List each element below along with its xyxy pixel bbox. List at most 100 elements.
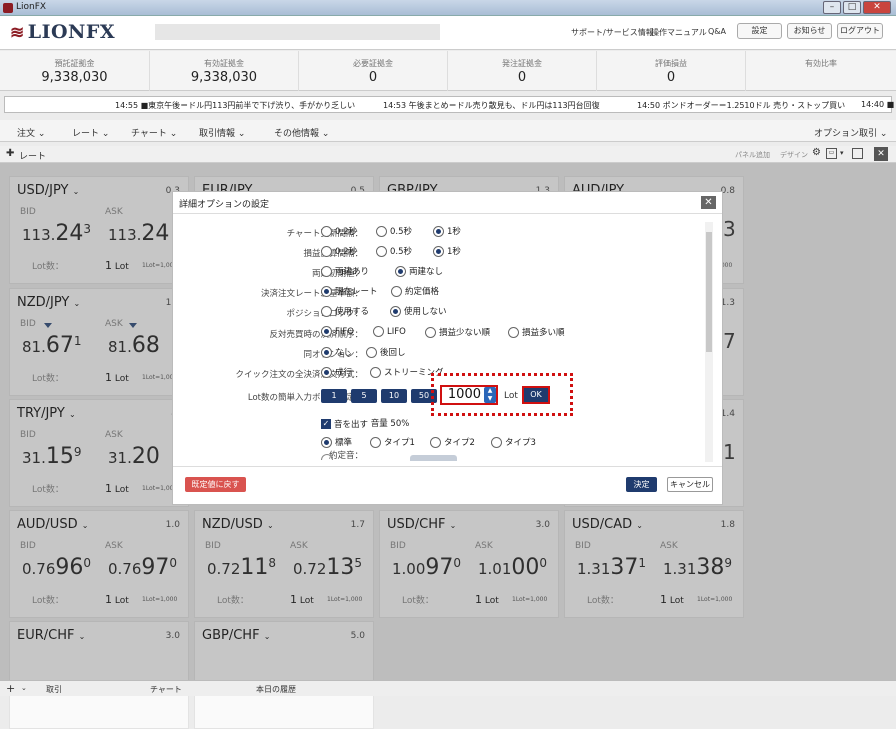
radio-option[interactable]: 後回し <box>366 346 406 358</box>
menu-rate[interactable]: レート ⌄ <box>72 126 109 139</box>
add-panel-link[interactable]: パネル追加 <box>735 150 770 160</box>
radio-label: 0.2秒 <box>335 227 358 237</box>
radio-icon <box>321 305 332 317</box>
menu-label: 注文 <box>17 129 36 139</box>
menu-other-info[interactable]: その他情報 ⌄ <box>274 126 329 139</box>
summary-deposit: 預託証拠金 9,338,030 <box>0 51 150 91</box>
radio-icon <box>390 305 401 317</box>
summary-label: 必要証拠金 <box>353 59 393 68</box>
close-window-icon[interactable]: ✕ <box>863 1 891 14</box>
status-tab-history[interactable]: 本日の履歴 <box>256 684 296 695</box>
summary-value: 0 <box>666 70 676 85</box>
menu-order[interactable]: 注文 ⌄ <box>17 126 45 139</box>
menu-option-trade[interactable]: オプション取引 ⌄ <box>814 126 887 139</box>
radio-option[interactable]: 約定価格 <box>391 285 439 297</box>
gear-icon[interactable]: ⚙ <box>812 147 821 158</box>
logout-button[interactable]: ログアウト <box>837 23 883 39</box>
radio-label: 1秒 <box>447 247 461 257</box>
radio-option[interactable]: 0.5秒 <box>376 225 412 237</box>
sound-radio-option[interactable]: タイプ3 <box>491 436 536 448</box>
radio-option[interactable]: 損益多い順 <box>508 326 565 338</box>
radio-option[interactable]: 0.2秒 <box>321 225 357 237</box>
lot-button-1[interactable]: 1 <box>321 389 347 403</box>
status-tab-trade[interactable]: 取引 <box>46 684 62 695</box>
dialog-scrollbar[interactable] <box>705 222 713 462</box>
lion-logo-icon: ≋ <box>10 23 25 43</box>
radio-option[interactable]: 1秒 <box>433 245 461 257</box>
radio-icon <box>321 346 332 358</box>
cancel-button[interactable]: キャンセル <box>667 477 713 492</box>
lot-button-5[interactable]: 5 <box>351 389 377 403</box>
news-ticker[interactable]: 14:55 ■東京午後＝ドル円113円前半で下げ渋り、手がかり乏しい 14:53… <box>4 96 894 113</box>
restore-icon[interactable] <box>852 148 863 159</box>
ticker-text: ■東京午後＝ドル円113円前半で下げ渋り、手がかり乏しい <box>140 101 356 110</box>
sound-checkbox[interactable]: ✓ 音を出す 音量 50% <box>321 417 409 430</box>
radio-label: 標準 <box>335 438 353 448</box>
panel-title: レート <box>19 152 47 162</box>
radio-option[interactable]: 損益少ない順 <box>425 326 490 338</box>
radio-label: 0.5秒 <box>390 247 413 257</box>
summary-order-margin: 発注証拠金 0 <box>448 51 597 91</box>
radio-label: FIFO <box>335 326 354 337</box>
manual-link[interactable]: 操作マニュアル <box>651 27 707 38</box>
reset-defaults-button[interactable]: 既定値に戻す <box>185 477 246 492</box>
radio-icon <box>370 436 381 448</box>
spinner-icon[interactable]: ▲ ▼ <box>484 387 496 403</box>
radio-option[interactable]: 成行 <box>321 366 352 378</box>
sound-radio-option[interactable]: 標準 <box>321 436 352 448</box>
settings-button[interactable]: 設定 <box>737 23 782 39</box>
radio-icon <box>391 285 402 297</box>
radio-option[interactable]: LIFO <box>373 326 406 337</box>
chevron-down-icon[interactable]: ▾ <box>840 149 844 157</box>
radio-icon <box>321 265 332 277</box>
menu-chart[interactable]: チャート ⌄ <box>131 126 177 139</box>
radio-option[interactable]: 0.5秒 <box>376 245 412 257</box>
radio-option[interactable]: 0.2秒 <box>321 245 357 257</box>
chevron-down-icon[interactable]: ⌄ <box>21 684 27 692</box>
summary-label: 発注証拠金 <box>502 59 542 68</box>
ticker-time: 14:53 <box>383 101 407 110</box>
sound-radio-option[interactable]: タイプ2 <box>430 436 475 448</box>
lot-ok-button[interactable]: OK <box>522 386 550 404</box>
notice-button[interactable]: お知らせ <box>787 23 832 39</box>
summary-label: 評価損益 <box>655 59 687 68</box>
lot-button-10[interactable]: 10 <box>381 389 407 403</box>
add-icon[interactable]: + <box>6 682 15 695</box>
maximize-icon[interactable]: □ <box>843 1 861 14</box>
ticker-time: 14:50 <box>637 101 661 110</box>
panel-header: ✚ レート パネル追加 デザイン ⚙ ▭ ▾ ✕ <box>0 146 896 163</box>
summary-label: 有効比率 <box>805 59 837 68</box>
radio-option[interactable]: なし <box>321 346 352 358</box>
sound-radio-option[interactable]: タイプ1 <box>370 436 415 448</box>
summary-pl: 評価損益 0 <box>597 51 746 91</box>
lot-unit-label: Lot <box>504 391 518 401</box>
radio-option[interactable]: 両建あり <box>321 265 369 277</box>
radio-option[interactable]: 使用する <box>321 305 369 317</box>
minimize-icon[interactable]: – <box>823 1 841 14</box>
confirm-button[interactable]: 決定 <box>626 477 657 492</box>
ticker-text: 午後まとめ＝ドル売り散見も、ドル円は113円台回復 <box>408 101 600 110</box>
app-header: ≋ LIONFX サポート/サービス情報 操作マニュアル Q&A 設定 お知らせ … <box>0 16 896 50</box>
radio-option[interactable]: FIFO <box>321 326 354 337</box>
radio-partial <box>321 454 333 460</box>
menu-trade-info[interactable]: 取引情報 ⌄ <box>199 126 245 139</box>
close-panel-icon[interactable]: ✕ <box>874 147 888 161</box>
radio-option[interactable]: 現在レート <box>321 285 378 297</box>
radio-option[interactable]: 使用しない <box>390 305 447 317</box>
radio-option[interactable]: 1秒 <box>433 225 461 237</box>
radio-label: 使用する <box>335 307 370 317</box>
summary-value: 0 <box>517 70 527 85</box>
window-icon[interactable]: ▭ <box>826 148 837 159</box>
move-icon[interactable]: ✚ <box>6 148 14 159</box>
radio-label: タイプ3 <box>505 438 536 448</box>
close-icon[interactable]: ✕ <box>701 196 716 209</box>
scroll-thumb[interactable] <box>706 232 712 352</box>
radio-option[interactable]: 両建なし <box>395 265 443 277</box>
radio-icon <box>373 326 384 337</box>
radio-icon <box>321 366 332 378</box>
qa-link[interactable]: Q&A <box>708 27 726 36</box>
status-tab-chart[interactable]: チャート <box>150 684 182 695</box>
support-link[interactable]: サポート/サービス情報 <box>571 27 654 38</box>
design-link[interactable]: デザイン <box>780 150 808 160</box>
radio-label: 1秒 <box>447 227 461 237</box>
